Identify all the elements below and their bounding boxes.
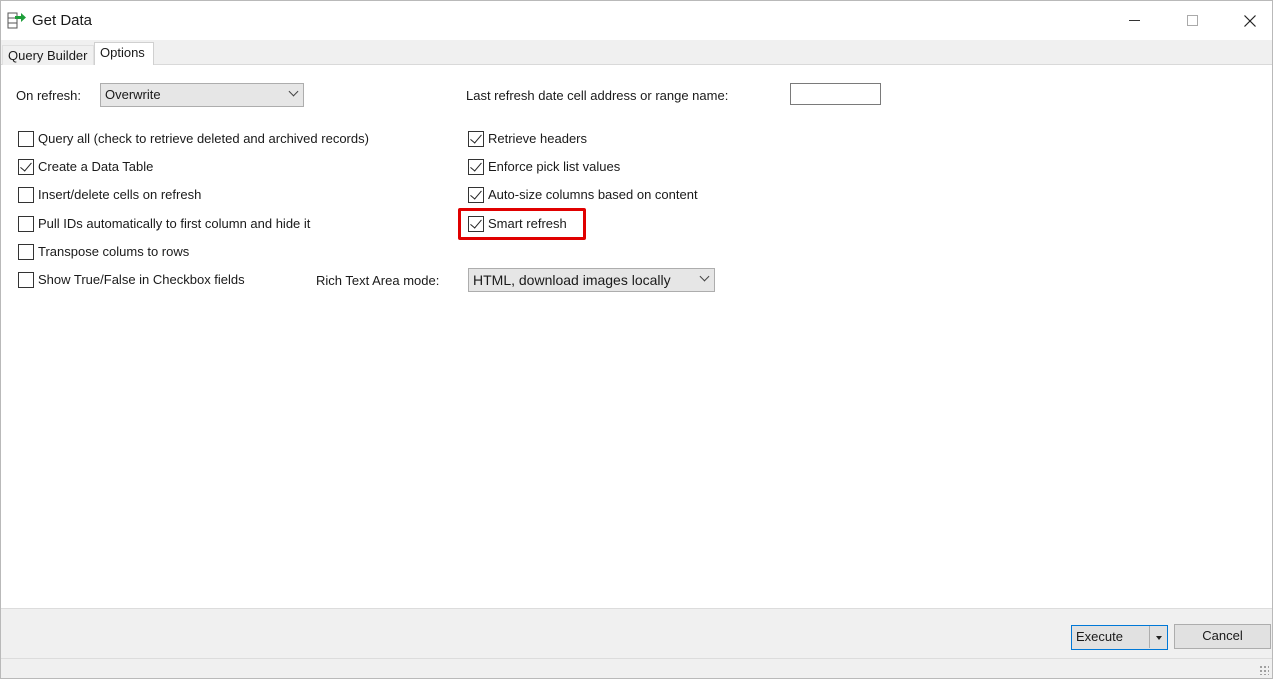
pull-ids-label[interactable]: Pull IDs automatically to first column a… — [38, 216, 310, 231]
close-icon — [1244, 14, 1256, 27]
smart-refresh-checkbox[interactable] — [468, 216, 484, 232]
retrieve-headers-checkbox[interactable] — [468, 131, 484, 147]
pull-ids-checkbox[interactable] — [18, 216, 34, 232]
execute-label: Execute — [1076, 629, 1123, 644]
query-all-label[interactable]: Query all (check to retrieve deleted and… — [38, 131, 369, 146]
auto-size-columns-label[interactable]: Auto-size columns based on content — [488, 187, 698, 202]
auto-size-columns-checkbox[interactable] — [468, 187, 484, 203]
show-true-false-checkbox[interactable] — [18, 272, 34, 288]
maximize-icon — [1186, 15, 1198, 26]
get-data-window: Get Data Query Builder Options On refres… — [0, 0, 1273, 679]
minimize-button[interactable] — [1105, 1, 1163, 40]
rich-text-mode-label: Rich Text Area mode: — [316, 273, 440, 288]
enforce-pick-list-checkbox[interactable] — [468, 159, 484, 175]
insert-delete-cells-label[interactable]: Insert/delete cells on refresh — [38, 187, 201, 202]
rich-text-mode-value: HTML, download images locally — [473, 272, 671, 288]
last-refresh-label: Last refresh date cell address or range … — [466, 88, 729, 103]
window-title: Get Data — [32, 12, 93, 29]
query-all-checkbox[interactable] — [18, 131, 34, 147]
get-data-app-icon — [7, 12, 26, 29]
tab-bar: Query Builder Options — [1, 40, 1272, 66]
on-refresh-select[interactable]: Overwrite — [100, 83, 304, 107]
minimize-icon — [1128, 20, 1140, 21]
insert-delete-cells-checkbox[interactable] — [18, 187, 34, 203]
options-panel: On refresh: Overwrite Last refresh date … — [1, 65, 1272, 608]
transpose-columns-checkbox[interactable] — [18, 244, 34, 260]
smart-refresh-label[interactable]: Smart refresh — [488, 216, 567, 231]
enforce-pick-list-label[interactable]: Enforce pick list values — [488, 159, 620, 174]
title-bar: Get Data — [1, 1, 1272, 40]
show-true-false-label[interactable]: Show True/False in Checkbox fields — [38, 272, 245, 287]
retrieve-headers-label[interactable]: Retrieve headers — [488, 131, 587, 146]
tab-options[interactable]: Options — [94, 42, 154, 66]
close-button[interactable] — [1221, 1, 1273, 40]
button-bar: Execute Cancel — [1, 608, 1272, 658]
chevron-down-icon — [699, 271, 710, 282]
rich-text-mode-select[interactable]: HTML, download images locally — [468, 268, 715, 292]
last-refresh-input[interactable] — [790, 83, 881, 105]
maximize-button[interactable] — [1163, 1, 1221, 40]
status-bar — [1, 658, 1272, 678]
resize-grip-icon[interactable] — [1259, 665, 1269, 675]
tab-query-builder[interactable]: Query Builder — [2, 45, 94, 66]
transpose-columns-label[interactable]: Transpose colums to rows — [38, 244, 189, 259]
execute-button[interactable]: Execute — [1071, 625, 1168, 650]
on-refresh-value: Overwrite — [105, 87, 161, 102]
cancel-button[interactable]: Cancel — [1174, 624, 1271, 649]
on-refresh-label: On refresh: — [16, 88, 82, 103]
execute-dropdown-arrow-icon[interactable] — [1149, 626, 1167, 648]
create-data-table-checkbox[interactable] — [18, 159, 34, 175]
chevron-down-icon — [288, 86, 299, 97]
create-data-table-label[interactable]: Create a Data Table — [38, 159, 153, 174]
